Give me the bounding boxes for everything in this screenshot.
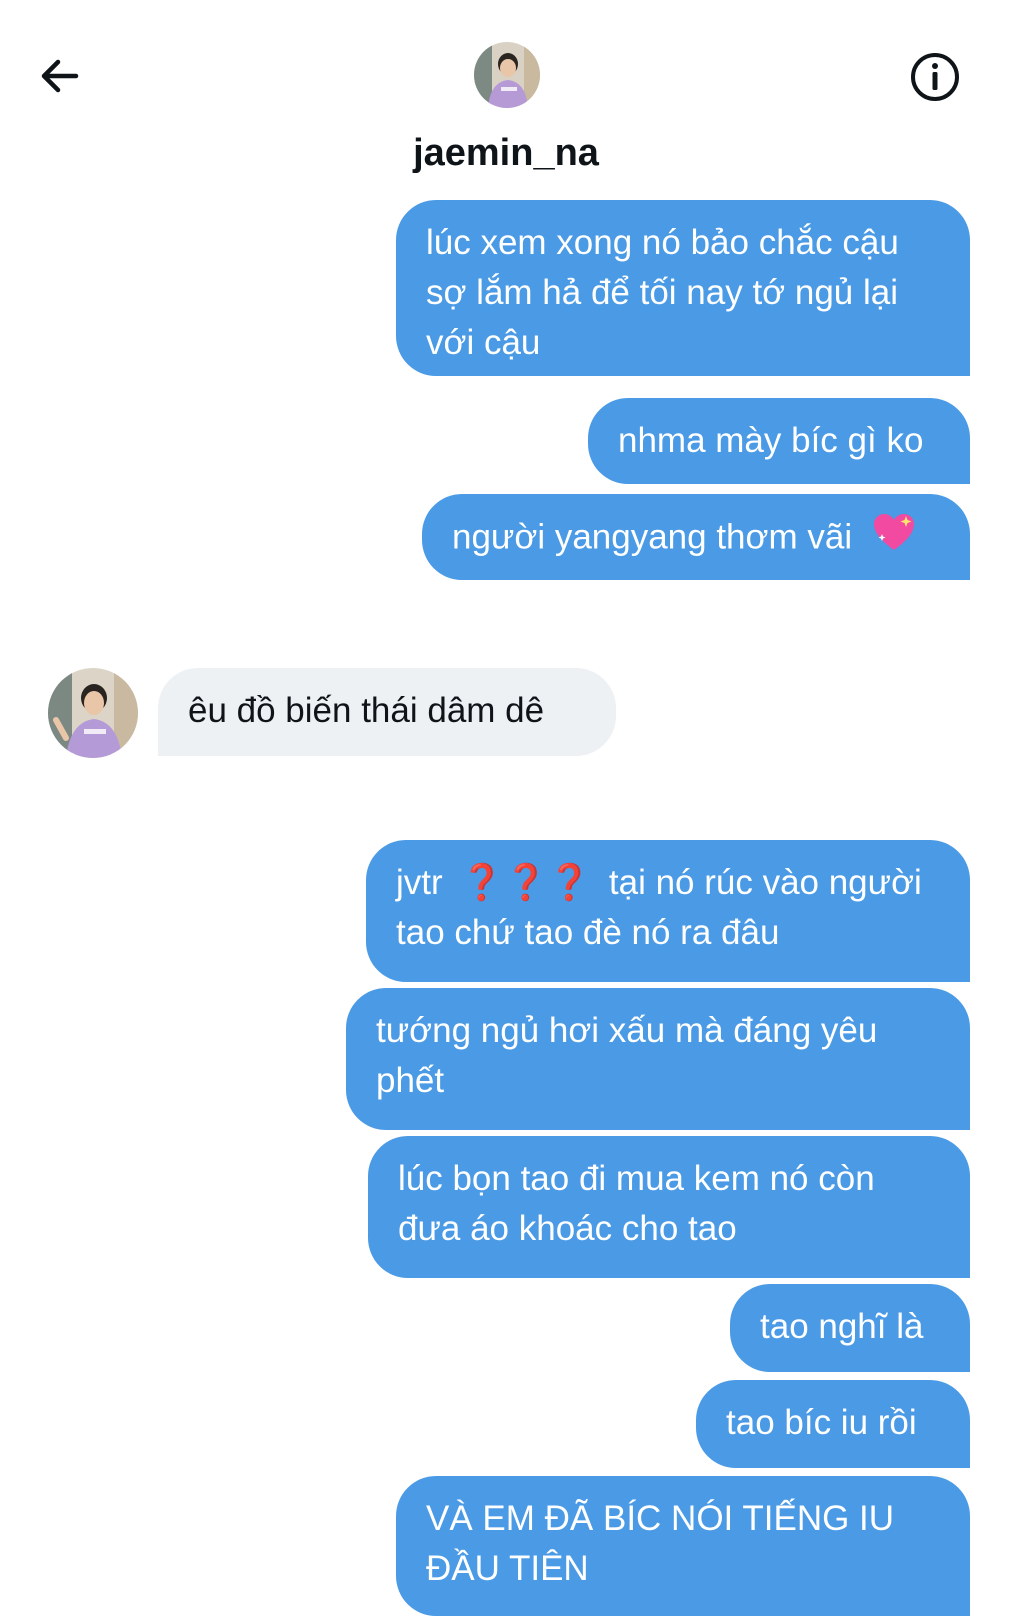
- page-title: jaemin_na: [413, 132, 599, 174]
- message-bubble[interactable]: lúc bọn tao đi mua kem nó còn đưa áo kho…: [368, 1136, 970, 1278]
- message-text: tao nghĩ là: [760, 1307, 924, 1346]
- arrow-left-icon: [41, 59, 79, 93]
- conversation-header: jaemin_na: [0, 0, 1012, 200]
- message-bubble[interactable]: nhma mày bíc gì ko: [588, 398, 970, 484]
- message-text: người yangyang thơm vãi: [452, 517, 853, 557]
- avatar[interactable]: [474, 42, 540, 108]
- message-bubble[interactable]: tao bíc iu rồi: [696, 1380, 970, 1468]
- message-bubble[interactable]: lúc xem xong nó bảo chắc cậu sợ lắm hả đ…: [396, 200, 970, 376]
- message-text: tao bíc iu rồi: [726, 1403, 917, 1442]
- message-text: VÀ EM ĐÃ BÍC NÓI TIẾNG IU ĐẦU TIÊN: [426, 1499, 895, 1588]
- sparkling-heart-icon: [872, 512, 916, 566]
- message-bubble[interactable]: tướng ngủ hơi xấu mà đáng yêu phết: [346, 988, 970, 1130]
- info-button[interactable]: [908, 50, 962, 104]
- question-marks: ❓❓❓: [460, 863, 592, 902]
- message-bubble[interactable]: jvtr ❓❓❓ tại nó rúc vào người tao chứ ta…: [366, 840, 970, 982]
- message-bubble[interactable]: VÀ EM ĐÃ BÍC NÓI TIẾNG IU ĐẦU TIÊN: [396, 1476, 970, 1616]
- message-text: lúc xem xong nó bảo chắc cậu sợ lắm hả đ…: [426, 223, 899, 362]
- back-button[interactable]: [34, 50, 86, 102]
- message-text: êu đồ biến thái dâm dê: [188, 691, 545, 730]
- info-circle-icon: [911, 53, 959, 101]
- message-text: lúc bọn tao đi mua kem nó còn đưa áo kho…: [398, 1159, 875, 1248]
- message-text: tướng ngủ hơi xấu mà đáng yêu phết: [376, 1011, 878, 1100]
- message-bubble-received[interactable]: êu đồ biến thái dâm dê: [158, 668, 616, 756]
- message-text: nhma mày bíc gì ko: [618, 421, 924, 460]
- message-bubble[interactable]: người yangyang thơm vãi: [422, 494, 970, 580]
- message-prefix: jvtr: [396, 863, 443, 902]
- message-bubble[interactable]: tao nghĩ là: [730, 1284, 970, 1372]
- avatar[interactable]: [48, 668, 138, 758]
